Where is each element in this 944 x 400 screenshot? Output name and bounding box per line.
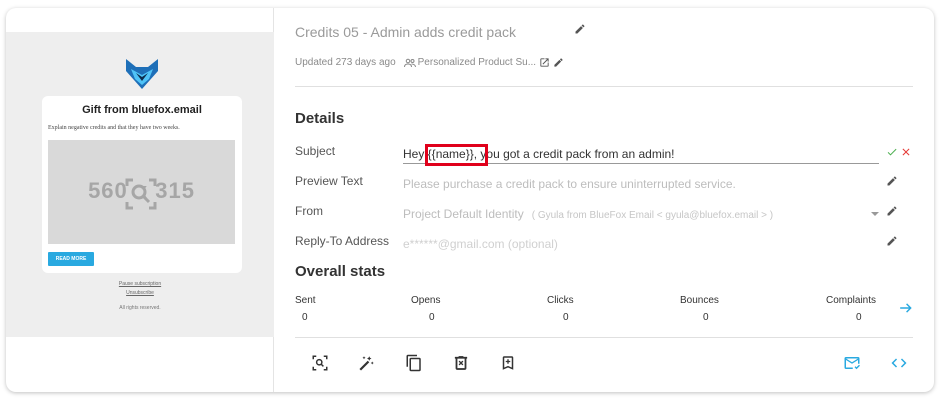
zoom-icon <box>125 178 157 210</box>
subject-label: Subject <box>295 144 336 158</box>
image-placeholder: 560 x 315 <box>48 140 235 244</box>
footer-rights-text: All rights reserved. <box>119 305 161 311</box>
preview-text-value[interactable]: Please purchase a credit pack to ensure … <box>403 177 736 191</box>
delete-button[interactable] <box>451 353 471 373</box>
reply-to-input[interactable]: e******@gmail.com (optional) <box>403 237 558 251</box>
overall-stats-heading: Overall stats <box>295 263 386 280</box>
pencil-icon[interactable] <box>886 175 898 187</box>
read-more-button[interactable]: READ MORE <box>48 252 94 266</box>
stat-sent-value: 0 <box>302 312 308 323</box>
group-icon <box>403 58 416 67</box>
bluefox-logo-icon <box>126 59 158 89</box>
close-icon[interactable] <box>900 146 912 158</box>
pause-subscription-link[interactable]: Pause subscription <box>6 280 274 289</box>
stat-opens-value: 0 <box>429 312 435 323</box>
delete-icon <box>454 356 468 370</box>
stat-complaints-label: Complaints <box>826 295 877 306</box>
from-identity-detail: ( Gyula from BlueFox Email < gyula@bluef… <box>531 210 774 221</box>
preview-text-label: Preview Text <box>295 174 363 188</box>
updated-text: Updated 273 days ago <box>295 57 396 68</box>
stat-clicks-label: Clicks <box>547 295 574 306</box>
view-code-button[interactable] <box>889 353 909 373</box>
pencil-icon[interactable] <box>886 205 898 217</box>
save-as-template-button[interactable] <box>498 353 518 373</box>
from-label: From <box>295 204 323 218</box>
pencil-icon[interactable] <box>574 23 586 35</box>
stat-bounces-label: Bounces <box>680 295 719 306</box>
stat-sent-label: Sent <box>295 295 316 306</box>
code-icon <box>891 358 907 368</box>
unsubscribe-link[interactable]: Unsubscribe <box>6 289 274 298</box>
design-button[interactable] <box>357 353 377 373</box>
project-link[interactable]: Personalized Product Su... <box>418 57 536 68</box>
divider <box>295 337 913 338</box>
arrow-right-icon[interactable] <box>899 302 913 314</box>
stat-clicks-value: 0 <box>563 312 569 323</box>
details-heading: Details <box>295 110 345 127</box>
from-value: Project Default Identity <box>403 207 524 221</box>
email-content-card: Gift from bluefox.email Explain negative… <box>42 96 242 273</box>
bookmark-add-icon <box>502 356 514 370</box>
check-icon[interactable] <box>886 146 898 158</box>
chevron-down-icon[interactable] <box>870 210 880 218</box>
from-select[interactable]: Project Default Identity ( Gyula from Blu… <box>403 207 773 221</box>
email-title: Gift from bluefox.email <box>82 104 202 116</box>
pencil-icon[interactable] <box>886 235 898 247</box>
reply-to-label: Reply-To Address <box>295 234 390 248</box>
email-preview-pane[interactable]: Gift from bluefox.email Explain negative… <box>6 8 274 392</box>
stat-complaints-value: 0 <box>856 312 862 323</box>
stat-bounces-value: 0 <box>703 312 709 323</box>
highlight-box <box>425 144 488 166</box>
pencil-icon[interactable] <box>553 57 564 68</box>
zoom-icon <box>312 355 328 371</box>
duplicate-button[interactable] <box>404 353 424 373</box>
open-external-icon[interactable] <box>539 57 550 68</box>
email-details-pane: Credits 05 - Admin adds credit pack Upda… <box>274 8 934 392</box>
preview-zoom-button[interactable] <box>310 353 330 373</box>
email-footer-links: Pause subscription Unsubscribe <box>6 280 274 298</box>
copy-icon <box>406 354 421 372</box>
email-body-text: Explain negative credits and that they h… <box>48 125 180 131</box>
stat-opens-label: Opens <box>411 295 441 306</box>
divider <box>295 86 913 87</box>
send-test-email-button[interactable] <box>842 353 862 373</box>
send-test-email-icon <box>844 357 860 370</box>
email-title-heading: Credits 05 - Admin adds credit pack <box>295 24 516 40</box>
email-card-container: Gift from bluefox.email Explain negative… <box>6 8 934 392</box>
email-meta-row: Updated 273 days ago Personalized Produc… <box>295 57 564 68</box>
magic-wand-icon <box>359 356 374 371</box>
